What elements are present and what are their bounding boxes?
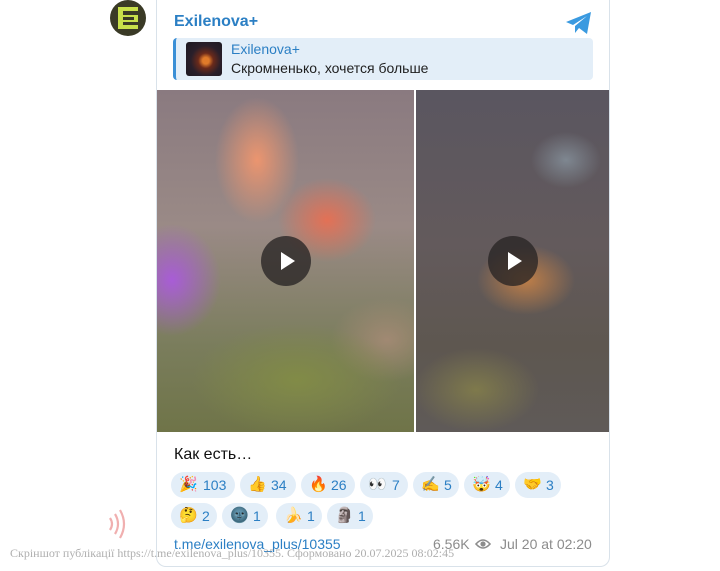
reaction-count: 7: [392, 477, 400, 493]
screenshot-watermark: Скріншот публікації https://t.me/exileno…: [10, 546, 455, 560]
writing-hand-icon: ✍️: [421, 476, 440, 493]
reaction-moai[interactable]: 🗿 1: [327, 503, 373, 529]
post-card: Exilenova+ Exilenova+ Скромненько, хочет…: [156, 0, 610, 567]
reaction-exploding-head[interactable]: 🤯 4: [464, 472, 510, 498]
reaction-thumbs-up[interactable]: 👍 34: [240, 472, 296, 498]
telegram-icon[interactable]: [565, 10, 593, 36]
reaction-thinking[interactable]: 🤔 2: [171, 503, 217, 529]
channel-name[interactable]: Exilenova+: [174, 13, 258, 31]
reaction-banana[interactable]: 🍌 1: [276, 503, 322, 529]
reaction-count: 103: [203, 477, 227, 493]
exilenova-logo-icon: [118, 7, 138, 29]
handshake-icon: 🤝: [523, 476, 542, 493]
reply-preview[interactable]: Exilenova+ Скромненько, хочется больше: [173, 38, 593, 80]
reaction-count: 1: [358, 508, 366, 524]
reaction-count: 2: [202, 508, 210, 524]
new-moon-face-icon: 🌚: [230, 507, 249, 524]
exploding-head-icon: 🤯: [472, 476, 491, 493]
reaction-party[interactable]: 🎉 103: [171, 472, 235, 498]
eye-icon: [475, 539, 491, 549]
eyes-icon: 👀: [368, 476, 387, 493]
reaction-new-moon[interactable]: 🌚 1: [222, 503, 268, 529]
banana-icon: 🍌: [284, 507, 303, 524]
reaction-eyes[interactable]: 👀 7: [360, 472, 408, 498]
thinking-face-icon: 🤔: [179, 507, 198, 524]
reaction-fire[interactable]: 🔥 26: [301, 472, 355, 498]
thumbs-up-icon: 👍: [248, 476, 267, 493]
reply-title: Exilenova+: [231, 41, 300, 57]
reaction-handshake[interactable]: 🤝 3: [515, 472, 561, 498]
post-date: Jul 20 at 02:20: [500, 536, 592, 552]
video-thumbnail-1[interactable]: [157, 90, 414, 432]
reaction-count: 26: [331, 477, 347, 493]
reply-thumbnail: [186, 42, 222, 76]
play-icon[interactable]: [488, 236, 538, 286]
reply-text: Скромненько, хочется больше: [231, 60, 429, 76]
reaction-count: 34: [271, 477, 287, 493]
reaction-count: 5: [444, 477, 452, 493]
play-icon[interactable]: [261, 236, 311, 286]
sound-wave-icon: [109, 509, 126, 539]
moai-icon: 🗿: [335, 507, 354, 524]
reaction-count: 3: [546, 477, 554, 493]
reaction-count: 4: [495, 477, 503, 493]
video-thumbnail-2[interactable]: [416, 90, 609, 432]
reaction-count: 1: [307, 508, 315, 524]
reaction-writing-hand[interactable]: ✍️ 5: [413, 472, 459, 498]
fire-icon: 🔥: [309, 476, 328, 493]
channel-avatar[interactable]: [110, 0, 146, 36]
party-popper-icon: 🎉: [179, 476, 198, 493]
post-caption: Как есть…: [174, 446, 253, 463]
reaction-count: 1: [253, 508, 261, 524]
